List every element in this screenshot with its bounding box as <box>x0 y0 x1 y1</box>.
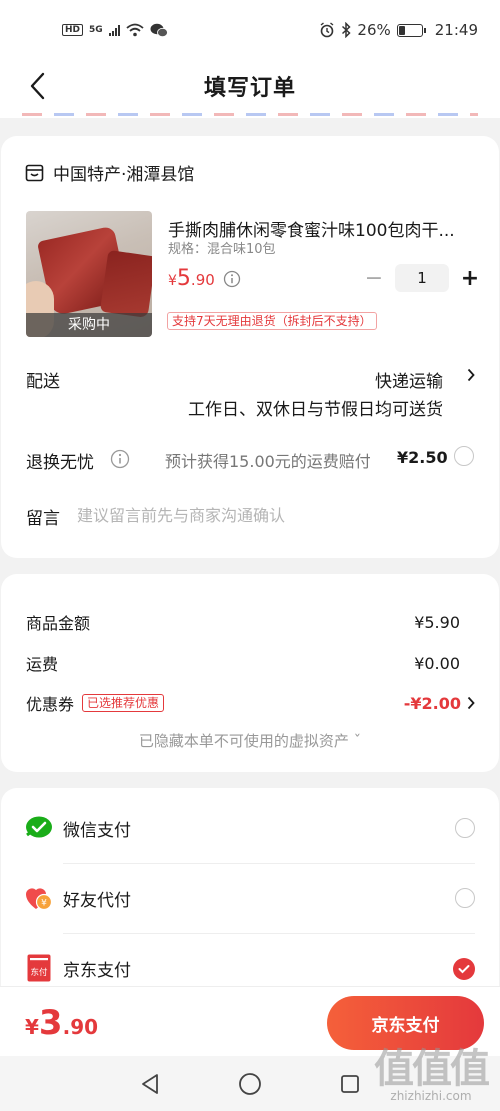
total-price: ¥ 3 .90 <box>25 1003 99 1043</box>
svg-text:¥: ¥ <box>41 899 47 909</box>
battery-icon <box>396 23 426 37</box>
buying-tag: 采购中 <box>26 313 152 337</box>
shipping-label: 运费 <box>26 655 59 674</box>
info-icon[interactable] <box>110 449 130 469</box>
hd-indicator: HD <box>62 24 84 36</box>
exchange-radio[interactable] <box>454 446 474 466</box>
decrease-button[interactable]: − <box>359 266 389 291</box>
friend-pay-icon: ¥ <box>25 884 53 912</box>
exchange-description: 预计获得15.00元的运费赔付 <box>165 452 371 471</box>
coupon-label: 优惠券 <box>26 695 75 714</box>
chevron-left-icon <box>30 72 45 100</box>
watermark-logo: 值值值 <box>374 1046 490 1092</box>
nav-home-button[interactable] <box>235 1069 265 1099</box>
increase-button[interactable]: + <box>455 266 485 291</box>
jd-pay-radio-selected[interactable] <box>453 958 475 980</box>
nav-back-button[interactable] <box>135 1069 165 1099</box>
bluetooth-icon <box>342 22 352 38</box>
exchange-price: ¥2.50 <box>397 448 448 467</box>
chevron-right-icon <box>467 696 475 710</box>
status-bar-left: HD 5G <box>62 23 168 38</box>
delivery-method[interactable]: 快递运输 <box>375 367 443 392</box>
shipping-row: 运费 ¥0.00 <box>26 651 460 675</box>
payment-label: 微信支付 <box>63 820 131 841</box>
page-title: 填写订单 <box>203 76 296 101</box>
square-recents-icon <box>341 1074 359 1093</box>
amount-card: 商品金额 ¥5.90 运费 ¥0.00 优惠券 已选推荐优惠 -¥2.00 已隐… <box>1 574 499 772</box>
back-button[interactable] <box>22 70 52 102</box>
shop-row[interactable]: 中国特产·湘潭县馆 <box>25 160 194 185</box>
payment-option-friend[interactable]: ¥ 好友代付 <box>25 863 475 933</box>
friend-pay-radio[interactable] <box>455 888 475 908</box>
shop-name: 中国特产·湘潭县馆 <box>53 165 195 185</box>
product-price: ¥ 5 .90 <box>168 266 215 291</box>
payment-option-wechat[interactable]: 微信支付 <box>25 793 475 863</box>
shipping-value: ¥0.00 <box>414 653 460 673</box>
wechat-radio[interactable] <box>455 818 475 838</box>
battery-percent: 26% <box>357 21 391 39</box>
product-spec[interactable]: 规格：混合味10包 <box>168 238 276 257</box>
watermark-url: zhizhizhi.com <box>390 1089 472 1103</box>
quantity-stepper: − 1 + <box>359 264 485 292</box>
jd-icon-text: 东付 <box>30 967 48 978</box>
hidden-assets-toggle[interactable]: 已隐藏本单不可使用的虚拟资产 ˇ <box>1 730 499 751</box>
coupon-row[interactable]: 优惠券 已选推荐优惠 -¥2.00 <box>26 691 475 715</box>
wechat-icon <box>150 23 168 37</box>
payment-label: 京东支付 <box>63 960 131 981</box>
signal-icon <box>108 24 120 36</box>
triangle-back-icon <box>142 1073 158 1094</box>
delivery-label: 配送 <box>26 372 60 392</box>
status-bar: HD 5G 26% 21:49 <box>0 0 500 60</box>
wechat-pay-icon <box>25 814 53 842</box>
note-label: 留言 <box>26 509 60 529</box>
watermark: 值值值 zhizhizhi.com <box>374 1046 490 1103</box>
return-policy-tag: 支持7天无理由退货（拆封后不支持） <box>167 312 377 330</box>
product-image[interactable]: 采购中 <box>26 211 152 337</box>
status-bar-right: 26% 21:49 <box>319 21 478 39</box>
order-item-card: 中国特产·湘潭县馆 采购中 手撕肉脯休闲零食蜜汁味100包肉干... 规格：混合… <box>1 136 499 558</box>
store-icon <box>25 164 44 181</box>
payment-label: 好友代付 <box>63 890 131 911</box>
coupon-value: -¥2.00 <box>403 693 461 713</box>
clock: 21:49 <box>434 21 478 39</box>
quantity-input[interactable]: 1 <box>395 264 449 292</box>
jd-pay-icon: 东付 <box>25 954 53 982</box>
network-type: 5G <box>89 25 103 35</box>
delivery-detail: 工作日、双休日与节假日均可送货 <box>188 400 443 420</box>
goods-amount-label: 商品金额 <box>26 614 91 633</box>
pay-button[interactable]: 京东支付 <box>327 996 484 1050</box>
alarm-icon <box>320 22 334 38</box>
chevron-right-icon[interactable] <box>467 368 475 382</box>
goods-amount-row: 商品金额 ¥5.90 <box>26 610 460 634</box>
info-icon[interactable] <box>223 270 241 288</box>
goods-amount-value: ¥5.90 <box>414 612 460 632</box>
check-icon <box>458 965 470 974</box>
nav-recents-button[interactable] <box>335 1069 365 1099</box>
decorative-strip <box>0 112 500 118</box>
title-bar: 填写订单 <box>0 60 500 112</box>
wifi-icon <box>126 23 144 37</box>
coupon-badge: 已选推荐优惠 <box>82 694 165 712</box>
exchange-label: 退换无忧 <box>26 453 94 473</box>
circle-home-icon <box>239 1072 261 1095</box>
note-input[interactable] <box>77 502 472 528</box>
